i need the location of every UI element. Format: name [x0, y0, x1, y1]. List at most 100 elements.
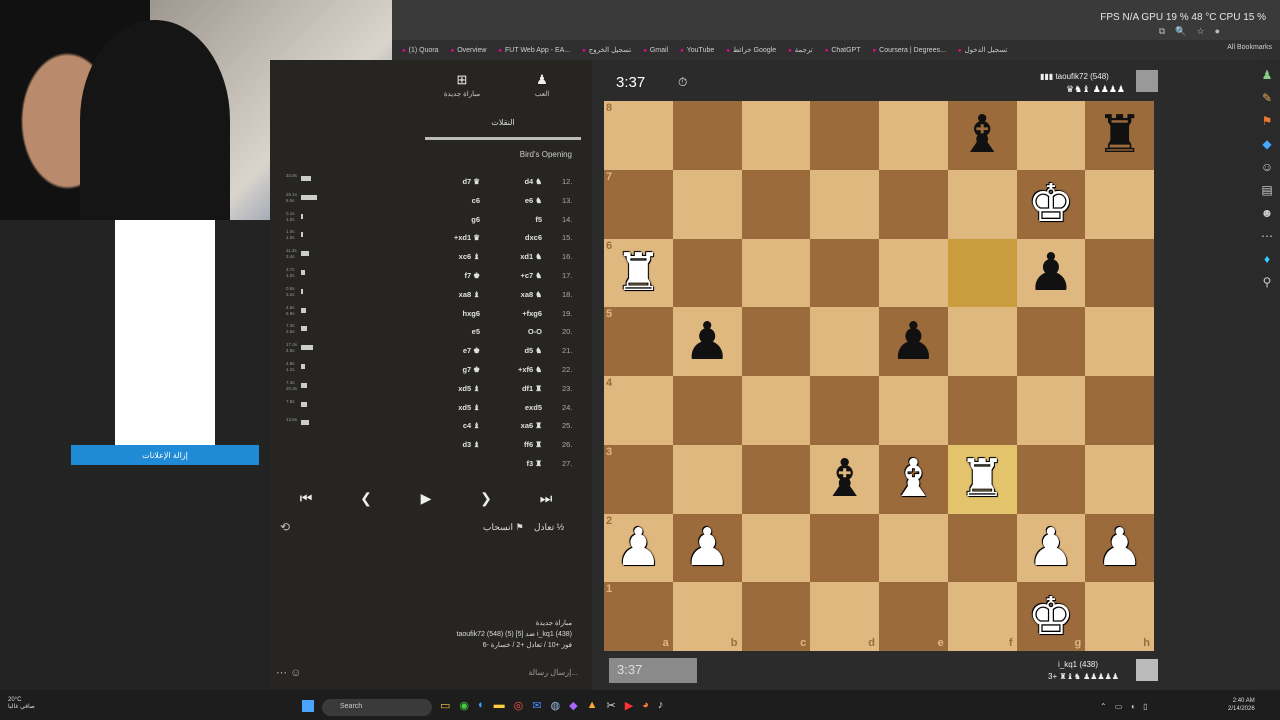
square-d7[interactable]: [810, 169, 879, 239]
move-white[interactable]: xd1 ♞: [520, 252, 542, 261]
square-f1[interactable]: f: [947, 582, 1017, 651]
square-e7[interactable]: [879, 169, 948, 239]
square-a6[interactable]: 6 ♜: [604, 238, 673, 308]
black-piece-icon[interactable]: ♝: [821, 453, 868, 505]
square-a1[interactable]: 1a: [604, 582, 673, 651]
move-white[interactable]: +xf6 ♞: [518, 365, 542, 374]
square-d5[interactable]: [810, 307, 879, 376]
chess-board[interactable]: 8 ♝ ♜ 7 ♚ 6 ♜ ♟ 5 ♟ ♟ 4 3 ♝ ♝ ♜ 2 ♟ ♟ ♟ ♟ 1 a b c d e f g ♚ h: [604, 101, 1154, 651]
puzzle-icon[interactable]: ✎: [1262, 91, 1272, 105]
volume-icon[interactable]: ◖: [1130, 702, 1135, 711]
square-d1[interactable]: d: [810, 582, 879, 651]
square-d4[interactable]: [810, 376, 879, 445]
square-e6[interactable]: [879, 238, 948, 308]
square-a3[interactable]: 3: [604, 444, 673, 514]
square-h3[interactable]: [1085, 444, 1154, 514]
analysis-icon[interactable]: ◆: [1262, 137, 1271, 151]
profile-icon[interactable]: ●: [1215, 26, 1220, 37]
lesson-icon[interactable]: ⚑: [1262, 114, 1273, 128]
move-black[interactable]: xc6 ♝: [459, 252, 480, 261]
white-piece-icon[interactable]: ♜: [959, 453, 1006, 505]
square-d3[interactable]: ♝: [810, 444, 879, 514]
square-f5[interactable]: [947, 307, 1017, 376]
move-white[interactable]: O-O: [528, 327, 542, 336]
move-white[interactable]: e6 ♞: [525, 196, 542, 205]
bookmark-item[interactable]: ترجمة: [788, 46, 813, 54]
square-c4[interactable]: [741, 376, 811, 445]
square-b8[interactable]: [672, 101, 742, 170]
square-c2[interactable]: [741, 513, 811, 583]
app-icon[interactable]: ▲: [587, 699, 598, 712]
folder-icon[interactable]: ▬: [494, 699, 505, 712]
move-white[interactable]: ff6 ♜: [524, 440, 542, 449]
taskbar-search[interactable]: Search: [322, 699, 432, 716]
move-row[interactable]: 13.6s 25. xa6 ♜ c4 ♝: [270, 417, 580, 436]
move-white[interactable]: df1 ♜: [522, 384, 542, 393]
white-piece-icon[interactable]: ♟: [684, 522, 731, 574]
square-a7[interactable]: 7: [604, 169, 673, 239]
white-piece-icon[interactable]: ♚: [1028, 178, 1075, 230]
move-row[interactable]: 17.4s 4.8s 21. d5 ♞ e7 ♚: [270, 342, 580, 361]
black-piece-icon[interactable]: ♟: [1028, 247, 1075, 299]
chevron-up-icon[interactable]: ⌃: [1100, 702, 1107, 711]
resign-button[interactable]: انسحاب ⚑: [483, 522, 524, 533]
network-icon[interactable]: ▭: [1115, 702, 1123, 711]
more-icon[interactable]: ⋯: [276, 667, 287, 679]
square-h6[interactable]: [1085, 238, 1154, 308]
move-row[interactable]: 26. ff6 ♜ d3 ♝: [270, 436, 580, 455]
apps-icon[interactable]: ♟: [1262, 68, 1273, 82]
last-move-button[interactable]: ⏭: [518, 485, 574, 511]
square-f2[interactable]: [947, 513, 1017, 583]
avatar-bottom[interactable]: [1136, 659, 1158, 681]
square-h5[interactable]: [1085, 307, 1154, 376]
player-top[interactable]: ▮▮▮ taoufik72 (548): [1040, 72, 1109, 81]
square-e5[interactable]: ♟: [879, 307, 948, 376]
chrome-icon[interactable]: ◎: [514, 699, 524, 712]
taskbar-clock[interactable]: 2:40 AM 2/14/2026: [1228, 697, 1255, 713]
youtube-icon[interactable]: ▶: [625, 699, 633, 712]
square-g1[interactable]: g ♚: [1016, 582, 1086, 651]
premium-icon[interactable]: ♦: [1264, 252, 1270, 266]
black-piece-icon[interactable]: ♟: [890, 316, 937, 368]
square-e2[interactable]: [879, 513, 948, 583]
bookmark-item[interactable]: تسجيل الخروج: [582, 46, 631, 54]
white-piece-icon[interactable]: ♚: [1028, 591, 1075, 643]
bookmark-item[interactable]: Coursera | Degrees...: [873, 47, 946, 54]
move-black[interactable]: d3 ♝: [462, 440, 480, 449]
friends-icon[interactable]: ☺: [1261, 160, 1273, 174]
player-bottom-name[interactable]: i_kq1 (438): [1058, 660, 1098, 669]
square-a4[interactable]: 4: [604, 376, 673, 445]
search-icon[interactable]: ⚲: [1263, 275, 1272, 289]
move-row[interactable]: 0.1s 1.0s 14. f5 g6: [270, 211, 580, 230]
bookmark-item[interactable]: FUT Web App - EA...: [498, 47, 570, 54]
move-white[interactable]: f5: [535, 215, 542, 224]
bookmark-item[interactable]: Gmail: [643, 47, 668, 54]
square-h7[interactable]: [1085, 169, 1154, 239]
move-row[interactable]: 26.1s 6.6s 13. e6 ♞ c6: [270, 192, 580, 211]
mail-icon[interactable]: ✉: [532, 699, 541, 712]
firefox-icon[interactable]: ◕: [642, 699, 649, 712]
black-piece-icon[interactable]: ♟: [684, 316, 731, 368]
square-g6[interactable]: ♟: [1016, 238, 1086, 308]
zoom-icon[interactable]: 🔍: [1175, 26, 1186, 37]
move-black[interactable]: xd5 ♝: [458, 403, 480, 412]
bookmark-item[interactable]: خرائط Google: [726, 46, 776, 54]
square-e4[interactable]: [879, 376, 948, 445]
weather-widget[interactable]: 20°C صافي غالبا: [8, 697, 35, 711]
square-g2[interactable]: ♟: [1016, 513, 1086, 583]
move-black[interactable]: d7 ♛: [462, 177, 480, 186]
white-piece-icon[interactable]: ♝: [890, 453, 937, 505]
draw-button[interactable]: تعادل ½: [534, 522, 564, 533]
square-b4[interactable]: [672, 376, 742, 445]
tab-moves[interactable]: النقلات: [425, 118, 581, 127]
move-white[interactable]: d4 ♞: [524, 177, 542, 186]
square-b2[interactable]: ♟: [672, 513, 742, 583]
move-row[interactable]: 4.8s 1.2s 22. +xf6 ♞ g7 ♚: [270, 361, 580, 380]
extension-icon[interactable]: ⧉: [1159, 26, 1165, 37]
square-d8[interactable]: [810, 101, 879, 170]
square-b6[interactable]: [672, 238, 742, 308]
move-black[interactable]: xa8 ♝: [459, 290, 480, 299]
square-c5[interactable]: [741, 307, 811, 376]
bookmark-item[interactable]: Overview: [451, 47, 486, 54]
square-h8[interactable]: ♜: [1085, 101, 1154, 170]
